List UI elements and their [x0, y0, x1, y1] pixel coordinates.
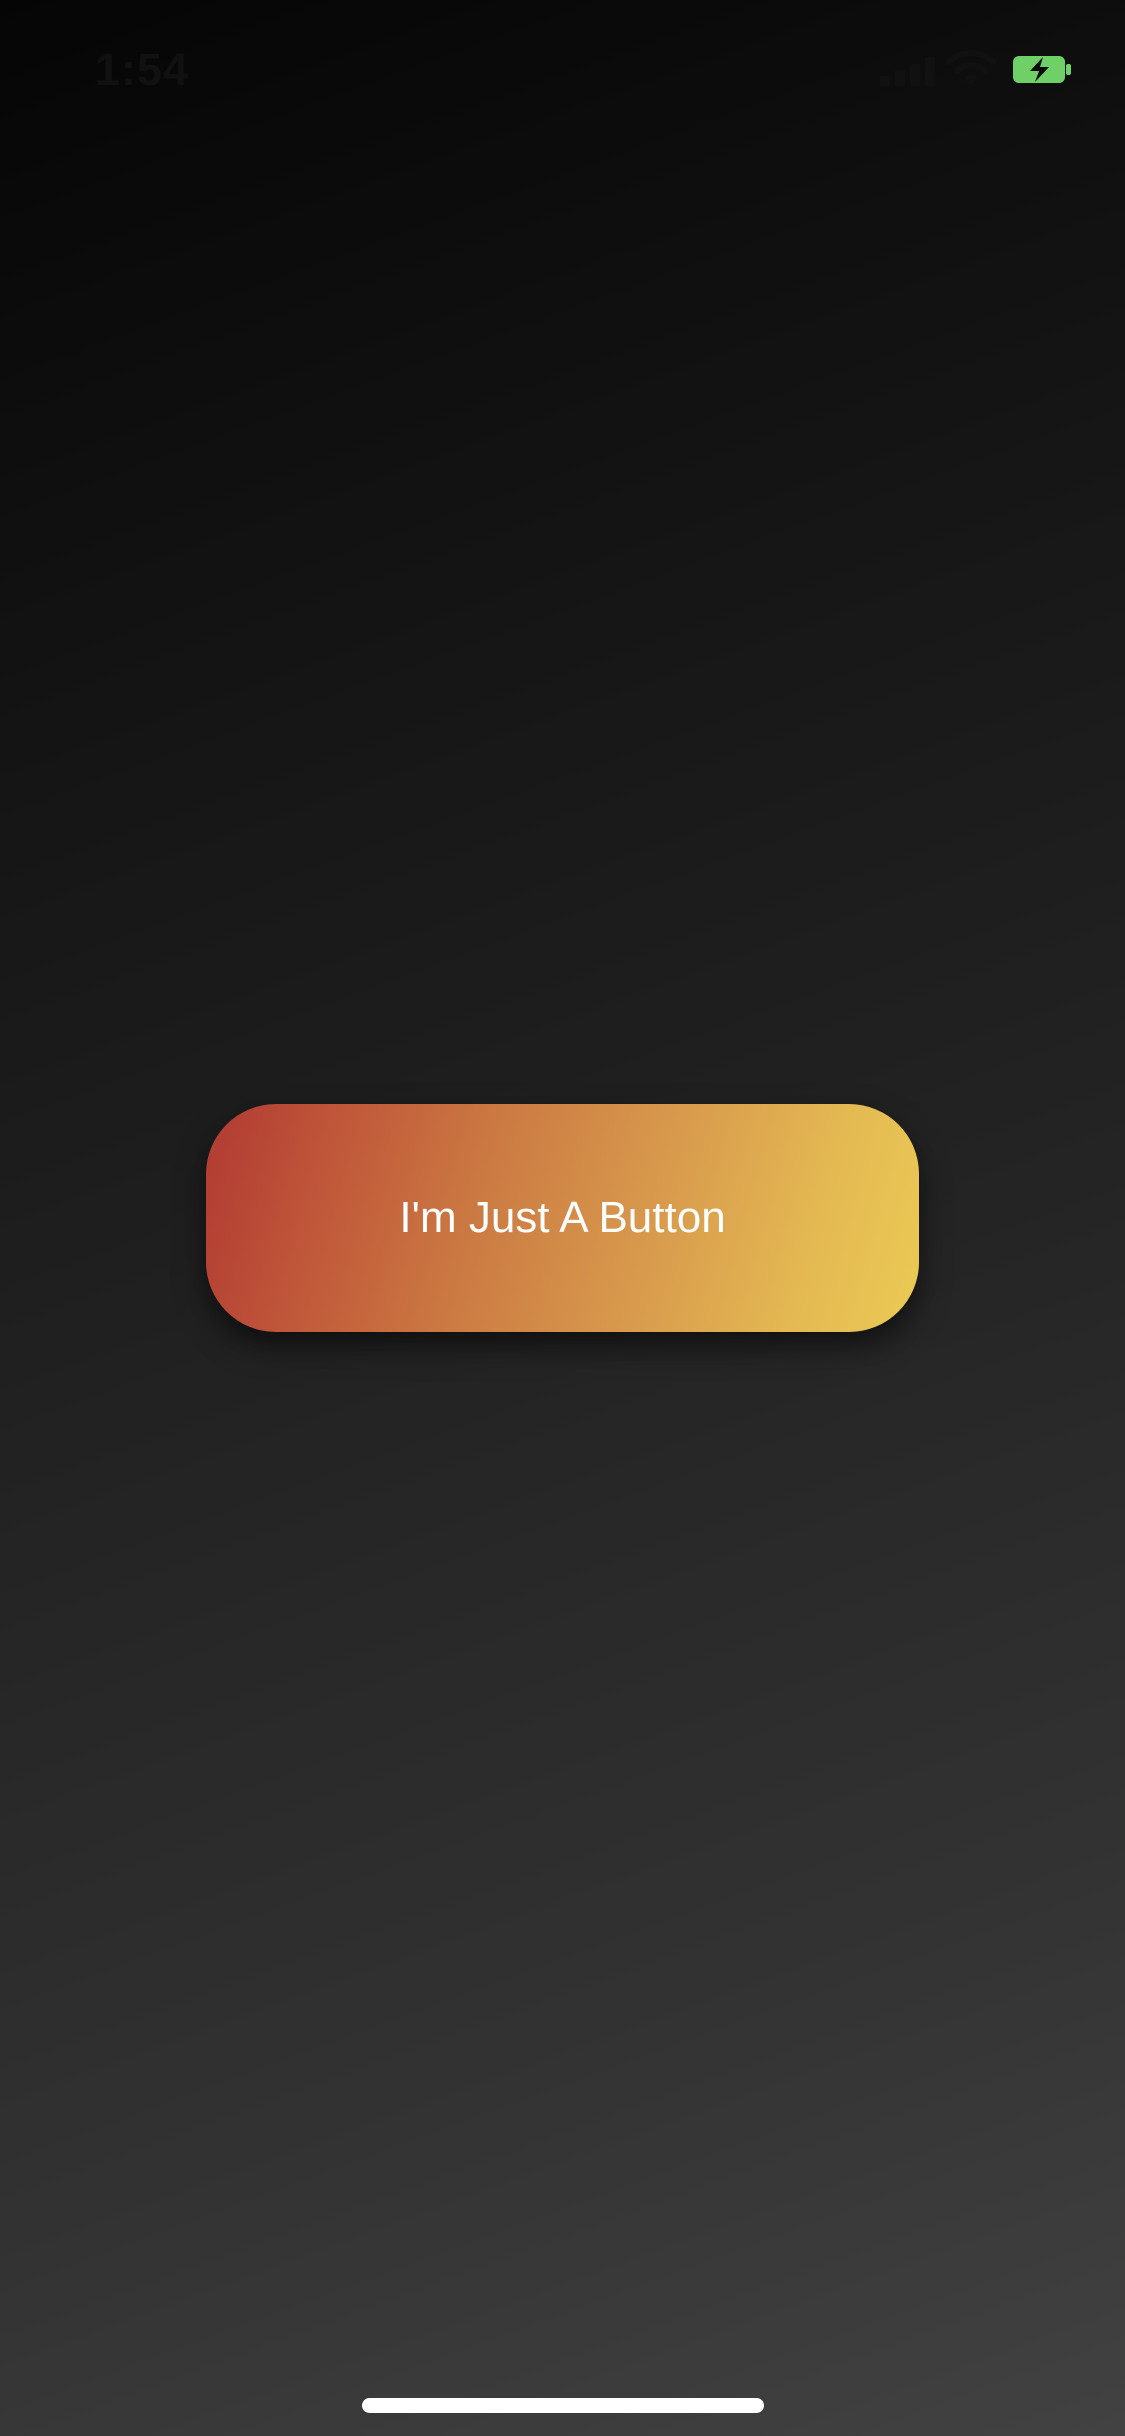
status-time: 1:54 — [95, 44, 190, 95]
status-bar: 1:54 — [0, 0, 1125, 140]
home-indicator[interactable] — [362, 2398, 764, 2413]
wifi-icon — [946, 50, 996, 86]
battery-charging-icon — [1013, 56, 1071, 83]
cellular-icon — [880, 57, 935, 86]
im-just-a-button[interactable]: I'm Just A Button — [206, 1104, 919, 1332]
